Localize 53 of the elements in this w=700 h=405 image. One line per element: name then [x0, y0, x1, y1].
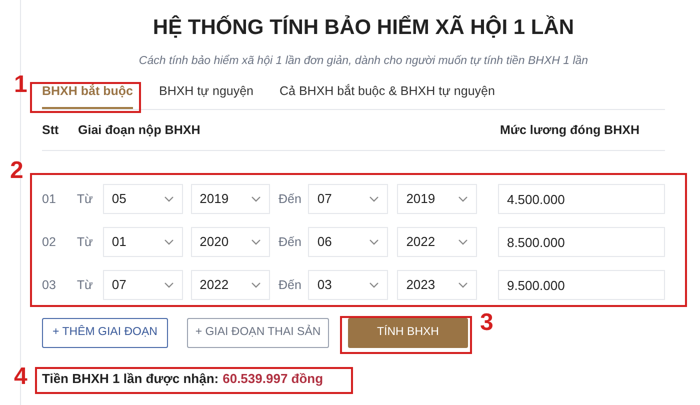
- chevron-down-icon: [369, 239, 380, 245]
- column-header: Stt: [42, 122, 59, 137]
- salary-field[interactable]: 8.500.000: [498, 227, 665, 257]
- to-label: Đến: [278, 278, 302, 292]
- dropdown[interactable]: 03: [308, 270, 388, 300]
- salary-field[interactable]: 9.500.000: [498, 270, 665, 300]
- dropdown[interactable]: 2022: [397, 227, 478, 257]
- step-number: 4: [14, 364, 28, 390]
- step-number: 1: [14, 72, 28, 98]
- subtitle: Cách tính bảo hiểm xã hội 1 lần đơn giản, dành cho người muốn tự tính tiền BHXH 1 lần: [138, 54, 590, 68]
- dropdown[interactable]: 06: [308, 227, 388, 257]
- to-label: Đến: [278, 192, 302, 206]
- tab[interactable]: Cả BHXH bắt buộc & BHXH tự nguyện: [280, 76, 495, 109]
- salary-field[interactable]: 4.500.000: [498, 184, 665, 214]
- row-number: 02: [42, 235, 56, 249]
- tab[interactable]: BHXH tự nguyện: [158, 76, 254, 109]
- dropdown[interactable]: 2019: [397, 184, 478, 214]
- from-label: Từ: [76, 192, 93, 206]
- button[interactable]: + THÊM GIAI ĐOẠN: [42, 318, 168, 348]
- chevron-down-icon: [164, 196, 174, 202]
- button[interactable]: + GIAI ĐOẠN THAI SẢN: [187, 318, 329, 348]
- chevron-down-icon: [251, 282, 262, 288]
- chevron-down-icon: [369, 282, 380, 288]
- from-label: Từ: [76, 235, 93, 249]
- tab[interactable]: BHXH bắt buộc: [42, 76, 133, 109]
- dropdown[interactable]: 2020: [190, 227, 270, 257]
- chevron-down-icon: [458, 282, 468, 288]
- row-number: 01: [42, 192, 56, 206]
- chevron-down-icon: [458, 196, 468, 202]
- dropdown[interactable]: 05: [102, 184, 183, 214]
- chevron-down-icon: [369, 196, 380, 202]
- chevron-down-icon: [251, 239, 262, 245]
- dropdown[interactable]: 01: [102, 227, 183, 257]
- dropdown[interactable]: 2022: [190, 270, 270, 300]
- chevron-down-icon: [251, 196, 262, 202]
- page-title: HỆ THỐNG TÍNH BẢO HIỂM XÃ HỘI 1 LẦN: [152, 14, 576, 41]
- step-number: 2: [10, 158, 24, 184]
- dropdown[interactable]: 07: [308, 184, 388, 214]
- to-label: Đến: [278, 235, 302, 249]
- dropdown[interactable]: 2023: [397, 270, 478, 300]
- column-header: Mức lương đóng BHXH: [500, 122, 640, 137]
- chevron-down-icon: [164, 282, 174, 288]
- dropdown[interactable]: 2019: [190, 184, 270, 214]
- row-number: 03: [42, 278, 56, 292]
- result-value: 60.539.997 đồng: [222, 371, 324, 387]
- chevron-down-icon: [164, 239, 174, 245]
- result-label: Tiền BHXH 1 lần được nhận:: [42, 371, 219, 387]
- from-label: Từ: [76, 278, 93, 292]
- column-header: Giai đoạn nộp BHXH: [78, 122, 200, 137]
- dropdown[interactable]: 07: [102, 270, 183, 300]
- chevron-down-icon: [458, 239, 468, 245]
- step-number: 3: [480, 310, 494, 336]
- button[interactable]: TÍNH BHXH: [348, 318, 468, 348]
